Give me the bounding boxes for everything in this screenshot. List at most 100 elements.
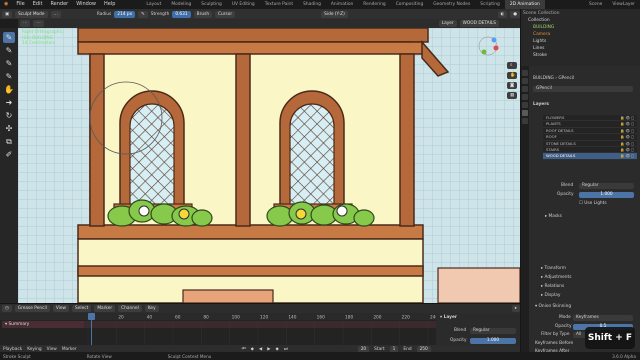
dopesheet-mode-dropdown[interactable]: Grease Pencil [14,305,50,312]
grab-brush-icon[interactable]: ✋ [3,84,15,95]
workspace-tab-sculpting[interactable]: Sculpting [196,0,227,9]
ortho-toggle-icon[interactable]: ▦ [507,92,517,99]
outliner-camera[interactable]: Camera [523,31,639,38]
display-panel[interactable]: ▸ Display [541,293,560,299]
adjustments-panel[interactable]: ▸ Adjustments [541,275,571,281]
play-reverse-icon[interactable]: ◀ [259,347,262,352]
strength-field[interactable]: 0.631 [172,10,191,18]
workspace-tab-uv-editing[interactable]: UV Editing [227,0,260,9]
outliner-lights[interactable]: Lights [523,38,639,45]
menu-edit[interactable]: Edit [29,0,47,9]
pan-icon[interactable]: ✋ [507,72,517,79]
timeline-marker-menu[interactable]: Marker [62,347,77,352]
camera-view-icon[interactable]: ◙ [507,82,517,89]
tool-option-a[interactable]: ⋯ [20,20,31,27]
render-tab-icon[interactable] [522,78,528,84]
blender-logo-icon[interactable]: ◉ [0,0,12,9]
twist-brush-icon[interactable]: ↻ [3,110,15,121]
menu-file[interactable]: File [12,0,28,9]
scene-selector[interactable]: Scene [584,0,607,9]
outliner-collection[interactable]: Collection [523,17,639,24]
zoom-icon[interactable]: ⌕ [507,62,517,69]
radius-field[interactable]: 214 px [114,10,136,18]
material-tab-icon[interactable] [522,118,528,124]
brush-dropdown[interactable]: Brush [193,10,213,18]
pinch-brush-icon[interactable]: ✣ [3,123,15,134]
workspace-tab-rendering[interactable]: Rendering [358,0,390,9]
view-layer-selector[interactable]: ViewLayer [607,0,640,9]
tl-opacity-field[interactable]: 1.000 [470,338,516,344]
viewport-3d[interactable]: Right Orthographic (20) BUILDING 10 Cent… [18,28,520,303]
masks-panel[interactable]: ▸ Masks [545,214,562,220]
outliner-building[interactable]: BUILDING [523,24,639,31]
relations-panel[interactable]: ▸ Relations [541,284,564,290]
dopesheet-menu-key[interactable]: Key [144,305,159,312]
annotate-tool-icon[interactable]: ✐ [3,149,15,160]
mode-dropdown[interactable]: Sculpt Mode [15,10,48,18]
summary-channel[interactable]: ▾ Summary [2,321,84,328]
dopesheet-menu-marker[interactable]: Marker [94,305,116,312]
dopesheet-menu-view[interactable]: View [52,305,70,312]
randomize-brush-icon[interactable]: ✎ [3,71,15,82]
gpencil-data-tab-icon[interactable] [522,110,528,116]
layers-panel-header[interactable]: Layers [533,102,549,108]
active-layer-field[interactable]: WOOD DETAILS [459,20,499,27]
workspace-tab-layout[interactable]: Layout [141,0,166,9]
view-orientation-dropdown[interactable]: Side (Y-Z) [321,10,348,18]
workspace-tab-modeling[interactable]: Modeling [166,0,196,9]
gpencil-data-name-field[interactable]: GPencil [533,86,633,92]
workspace-tab-2d-animation[interactable]: 2D Animation [504,0,545,9]
tool-tab-icon[interactable] [522,70,528,76]
object-tab-icon[interactable] [522,102,528,108]
strength-label: Strength [150,11,170,17]
layer-sidebar-header[interactable]: ▾ Layer [440,315,457,321]
outliner-lines[interactable]: Lines [523,45,639,52]
playback-menu[interactable]: Playback [3,347,22,352]
opacity-field[interactable]: 1.000 [579,192,634,198]
cursor-dropdown[interactable]: Cursor [215,10,236,18]
next-key-icon[interactable]: ◆ [276,347,279,352]
strength-brush-icon[interactable]: ✎ [3,58,15,69]
keying-menu[interactable]: Keying [27,347,41,352]
outliner-stroke[interactable]: Stroke [523,52,639,59]
jump-start-icon[interactable]: ⏮ [242,347,246,352]
dopesheet-editor-type-icon[interactable]: ◷ [2,305,12,312]
workspace-tab-geometry-nodes[interactable]: Geometry Nodes [428,0,475,9]
timeline-view-menu[interactable]: View [47,347,57,352]
thickness-brush-icon[interactable]: ✎ [3,45,15,56]
blend-dropdown[interactable]: Regular [579,183,634,189]
dopesheet-menu-select[interactable]: Select [72,305,92,312]
workspace-tab-scripting[interactable]: Scripting [475,0,505,9]
use-lights-checkbox[interactable]: ☐ Use Lights [579,201,607,207]
layer-row-wood-details[interactable]: WOOD DETAILS 🔒👁◻ [543,153,637,160]
outliner-scene-collection[interactable]: Scene Collection [523,10,639,17]
dopesheet-menu-channel[interactable]: Channel [118,305,142,312]
workspace-tab-shading[interactable]: Shading [298,0,326,9]
menu-render[interactable]: Render [46,0,72,9]
radius-pressure-icon[interactable]: ✎ [138,10,148,18]
workspace-tab-animation[interactable]: Animation [326,0,358,9]
frame-tick-label: 140 [288,315,296,321]
output-tab-icon[interactable] [522,86,528,92]
menu-window[interactable]: Window [72,0,100,9]
prev-key-icon[interactable]: ◆ [251,347,254,352]
smooth-brush-icon[interactable]: ✎ [3,32,15,43]
scene-tab-icon[interactable] [522,94,528,100]
workspace-tab-compositing[interactable]: Compositing [391,0,429,9]
workspace-tab-texture-paint[interactable]: Texture Paint [260,0,298,9]
jump-end-icon[interactable]: ⏭ [284,347,288,352]
shading-toggle-icon[interactable]: ● [510,10,520,18]
clone-brush-icon[interactable]: ⧉ [3,136,15,147]
menu-help[interactable]: Help [100,0,119,9]
tl-blend-dropdown[interactable]: Regular [470,328,516,334]
editor-type-button[interactable]: ▣ [2,10,13,18]
transform-panel[interactable]: ▸ Transform [541,266,566,272]
tool-option-b[interactable]: ⋯ [33,20,44,27]
view-menu[interactable]: … [50,10,61,18]
only-show-selected-toggle[interactable]: ▸ [511,305,520,312]
play-icon[interactable]: ▶ [267,347,270,352]
onion-mode-dropdown[interactable]: Keyframes [573,315,633,321]
overlay-toggle-icon[interactable]: ◐ [497,10,508,18]
push-brush-icon[interactable]: ➜ [3,97,15,108]
onion-skinning-panel[interactable]: ▾ Onion Skinning [535,304,571,310]
